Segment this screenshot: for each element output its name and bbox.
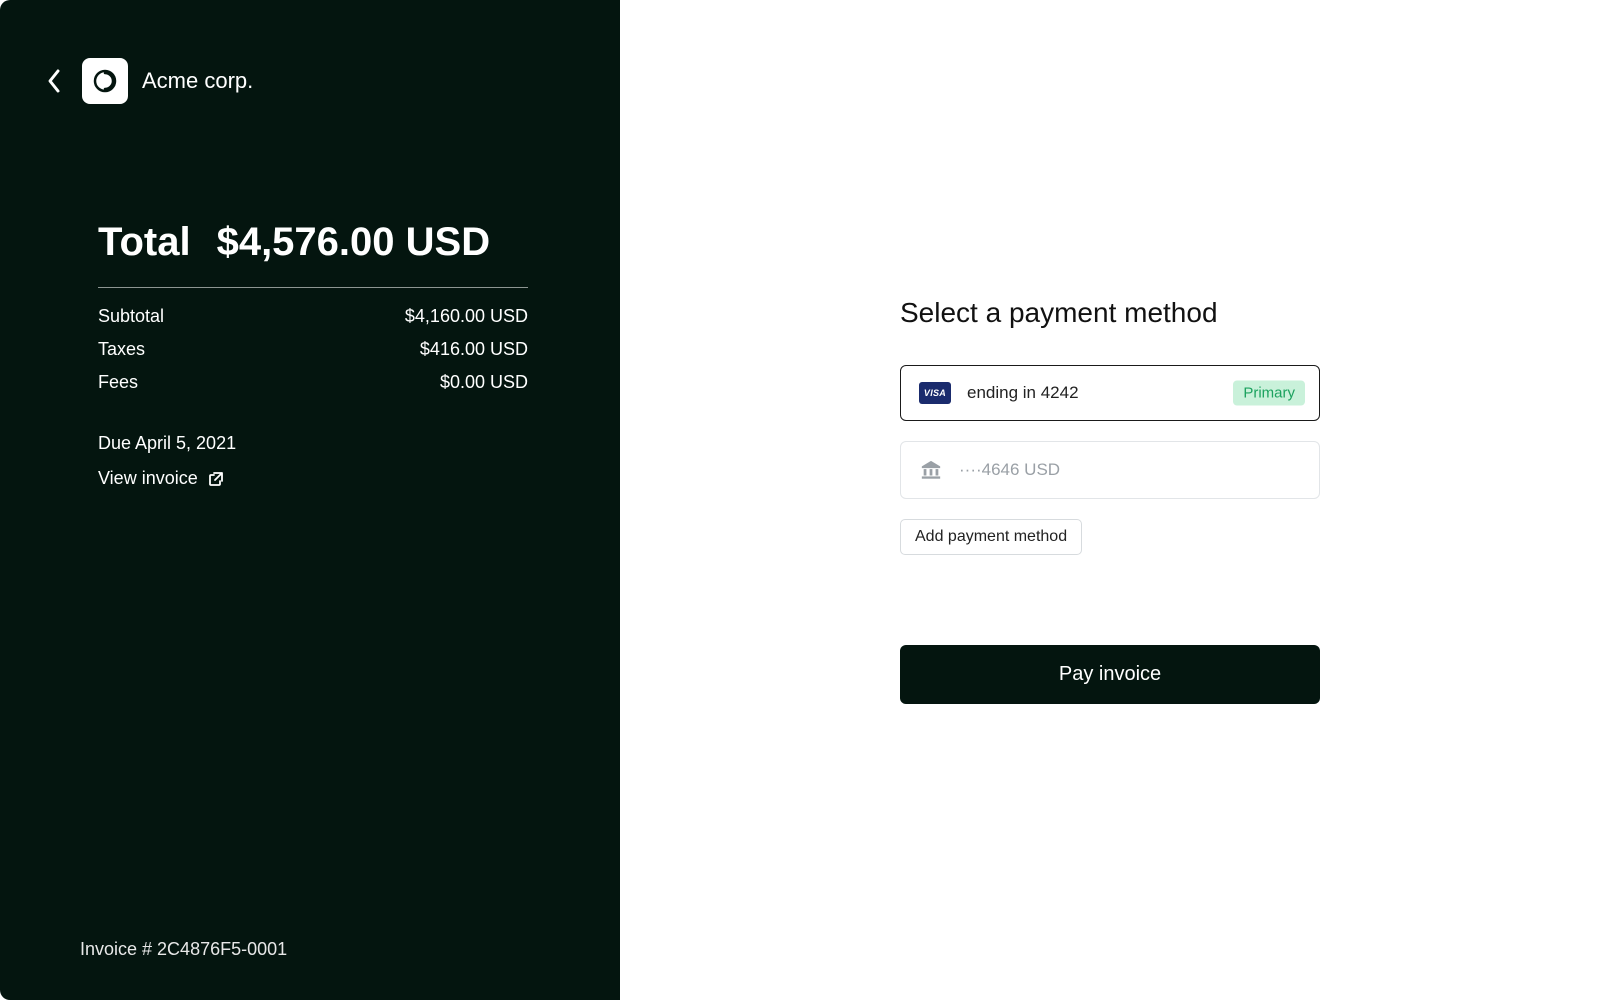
add-payment-method-button[interactable]: Add payment method: [900, 519, 1082, 555]
bank-icon: [919, 458, 943, 482]
company-name: Acme corp.: [142, 68, 253, 94]
view-invoice-link[interactable]: View invoice: [98, 468, 522, 489]
payment-method-card[interactable]: VISA ending in 4242 Primary: [900, 365, 1320, 421]
total-amount: $4,576.00 USD: [217, 220, 491, 265]
divider: [98, 287, 528, 288]
back-button[interactable]: [40, 67, 68, 95]
taxes-label: Taxes: [98, 339, 145, 360]
pay-invoice-button[interactable]: Pay invoice: [900, 645, 1320, 704]
payment-method-text: ending in 4242: [967, 383, 1079, 403]
subtotal-line: Subtotal $4,160.00 USD: [98, 306, 528, 327]
payment-title: Select a payment method: [900, 297, 1320, 329]
fees-line: Fees $0.00 USD: [98, 372, 528, 393]
header: Acme corp.: [40, 58, 253, 104]
due-date: Due April 5, 2021: [98, 433, 522, 454]
fees-value: $0.00 USD: [440, 372, 528, 393]
subtotal-value: $4,160.00 USD: [405, 306, 528, 327]
payment-method-text: ····4646 USD: [959, 460, 1060, 480]
invoice-summary-panel: Acme corp. Total $4,576.00 USD Subtotal …: [0, 0, 620, 1000]
payment-panel: Select a payment method VISA ending in 4…: [620, 0, 1600, 1000]
visa-icon: VISA: [919, 382, 951, 404]
primary-badge: Primary: [1233, 380, 1305, 405]
taxes-value: $416.00 USD: [420, 339, 528, 360]
total-label: Total: [98, 220, 191, 265]
invoice-number: Invoice # 2C4876F5-0001: [80, 939, 287, 960]
subtotal-label: Subtotal: [98, 306, 164, 327]
view-invoice-label: View invoice: [98, 468, 198, 489]
logo-icon: [91, 67, 119, 95]
chevron-left-icon: [46, 68, 62, 94]
fees-label: Fees: [98, 372, 138, 393]
taxes-line: Taxes $416.00 USD: [98, 339, 528, 360]
external-link-icon: [208, 471, 224, 487]
payment-method-bank[interactable]: ····4646 USD: [900, 441, 1320, 499]
company-logo: [82, 58, 128, 104]
total-block: Total $4,576.00 USD Subtotal $4,160.00 U…: [98, 220, 522, 489]
